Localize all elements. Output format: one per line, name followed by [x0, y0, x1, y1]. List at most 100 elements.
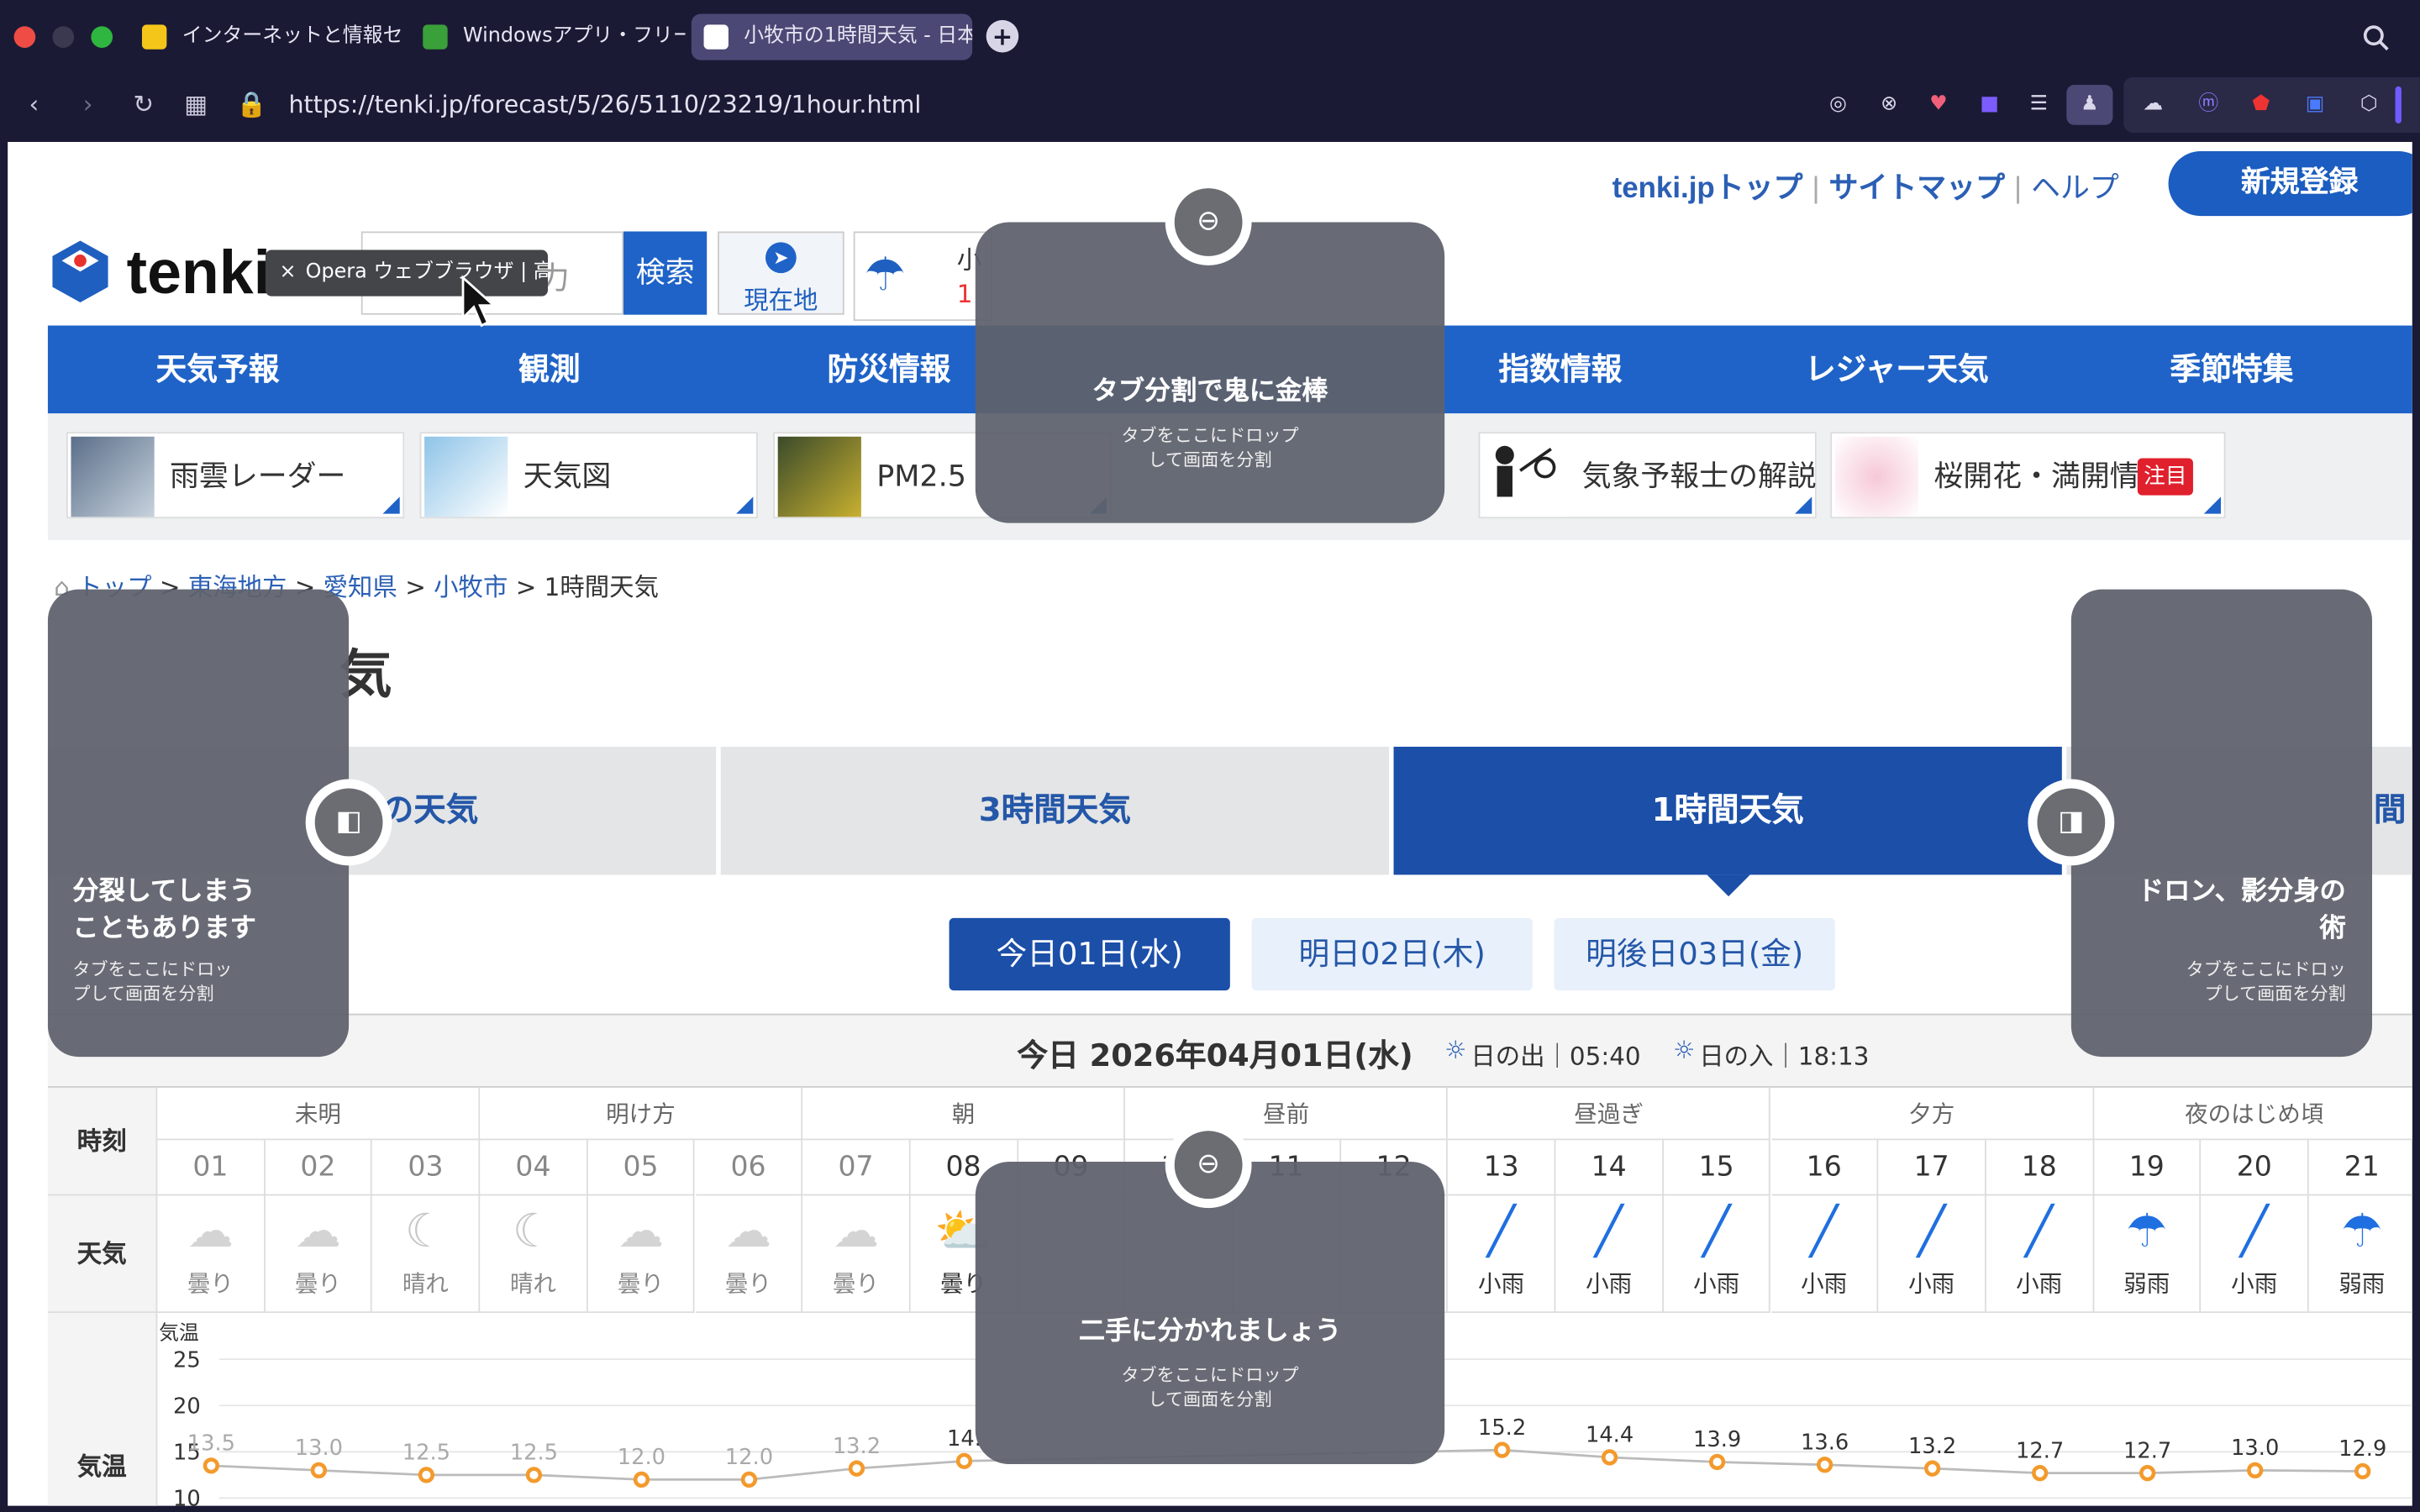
temp-value-label: 12.0: [618, 1445, 666, 1470]
drop-zone-subtitle: タブをここにドロップして画面を分割: [72, 958, 233, 1005]
temp-point: [633, 1471, 650, 1488]
nav-item-forecast[interactable]: 天気予報: [79, 326, 357, 414]
ublock-icon[interactable]: ⬟: [2245, 90, 2276, 121]
tab-3hour[interactable]: 3時間天気: [720, 746, 1390, 875]
nav-item-index[interactable]: 指数情報: [1422, 326, 1700, 414]
subnav-label: 桜開花・満開情報: [1933, 459, 2169, 494]
tooltip-close-icon[interactable]: ×: [279, 250, 296, 297]
reload-icon[interactable]: ↻: [128, 90, 159, 121]
lock-icon: 🔒: [236, 89, 267, 119]
register-button[interactable]: 新規登録: [2168, 150, 2412, 217]
period-header: 未明: [157, 1087, 481, 1141]
bookmark-icon[interactable]: ▣: [2300, 90, 2331, 121]
pm25-thumbnail: [777, 436, 861, 517]
nav-item-season[interactable]: 季節特集: [2093, 326, 2371, 414]
forward-icon[interactable]: ›: [72, 90, 103, 121]
split-drop-zone-right[interactable]: ドロン、影分身の術 タブをここにドロップして画面を分割: [2070, 589, 2373, 1058]
tab-bar: インターネットと情報セキュ Windowsアプリ・フリーソ 小牧市の1時間天気 …: [0, 0, 2420, 75]
heart-icon[interactable]: ♥: [1923, 90, 1954, 121]
drop-zone-title: 二手に分かれましょう: [1078, 1315, 1342, 1347]
sunrise-icon: ☼: [1444, 1035, 1467, 1065]
row-label-temp: 気温: [47, 1313, 158, 1506]
moon-icon: ☾: [512, 1205, 555, 1259]
temp-value-label: 12.5: [402, 1441, 450, 1466]
subnav-weather-map[interactable]: 天気図: [419, 432, 758, 519]
weather-cell: ☁ 曇り: [802, 1195, 911, 1314]
current-location-button[interactable]: ➤ 現在地: [718, 231, 844, 315]
top-link[interactable]: tenki.jpトップ: [1612, 173, 1803, 206]
url-field[interactable]: https://tenki.jp/forecast/5/26/5110/2321…: [288, 90, 921, 121]
weather-label: 曇り: [724, 1269, 772, 1298]
tab-windows-apps[interactable]: Windowsアプリ・フリーソ: [411, 14, 685, 60]
speed-dial-icon[interactable]: ▦: [181, 90, 212, 121]
settings-sliders-icon[interactable]: ☰: [2023, 90, 2054, 121]
hour-cell: 15: [1663, 1140, 1771, 1196]
hour-cell: 04: [480, 1140, 588, 1196]
search-button[interactable]: 検索: [623, 231, 708, 315]
split-drop-zone-top[interactable]: タブ分割で鬼に金棒 タブをここにドロップして画面を分割: [975, 222, 1445, 523]
open-umbrella-icon: ☂: [2341, 1205, 2383, 1259]
new-tab-button[interactable]: +: [986, 19, 1019, 53]
hour-cell: 21: [2308, 1140, 2412, 1196]
sakura-thumbnail: [1834, 436, 1919, 517]
hour-cell: 02: [265, 1140, 373, 1196]
hour-cell: 07: [802, 1140, 911, 1196]
weather-cell: ╱ 小雨: [1555, 1195, 1664, 1314]
temp-point: [2354, 1462, 2371, 1480]
weather-widget[interactable]: ☂ 小 1: [853, 231, 992, 322]
tab-infosec[interactable]: インターネットと情報セキュ: [129, 14, 404, 60]
hour-cell: 20: [2201, 1140, 2309, 1196]
weather-label: 曇り: [832, 1269, 880, 1298]
sidebar-handle[interactable]: [2395, 86, 2402, 123]
mouse-cursor-icon: [460, 275, 497, 336]
package-icon[interactable]: ⬡: [2354, 90, 2385, 121]
closed-umbrella-icon: ╱: [1810, 1205, 1839, 1259]
closed-umbrella-icon: ╱: [1702, 1205, 1731, 1259]
cloud-icon: ☁: [724, 1205, 772, 1259]
cloud-icon[interactable]: ☁: [2138, 90, 2169, 121]
top-link[interactable]: サイトマップ: [1829, 173, 2005, 206]
day-button-tomorrow[interactable]: 明日02日(木): [1251, 917, 1533, 991]
hour-cell: 06: [695, 1140, 803, 1196]
nav-item-observation[interactable]: 観測: [411, 326, 689, 414]
close-window-button[interactable]: [13, 26, 36, 48]
tab-1hour-active[interactable]: 1時間天気: [1393, 746, 2062, 875]
subnav-forecaster[interactable]: 気象予報士の解説: [1478, 432, 1817, 519]
day-button-today[interactable]: 今日01日(水): [949, 917, 1230, 991]
weather-label: 弱雨: [2338, 1269, 2386, 1298]
subnav-radar[interactable]: 雨雲レーダー: [66, 432, 405, 519]
zoom-window-button[interactable]: [91, 26, 113, 48]
video-icon[interactable]: ■: [1974, 90, 2005, 121]
breadcrumb-link[interactable]: 小牧市: [434, 572, 508, 601]
search-tabs-icon[interactable]: [2363, 24, 2391, 52]
weather-label: 小雨: [1586, 1269, 1633, 1298]
period-header: 昼過ぎ: [1448, 1087, 1771, 1141]
cloud-icon: ☁: [617, 1205, 665, 1259]
day-button-day-after[interactable]: 明後日03日(金): [1554, 917, 1835, 991]
temp-point: [203, 1457, 219, 1474]
weather-map-thumbnail: [424, 436, 508, 517]
nav-item-leisure[interactable]: レジャー天気: [1758, 326, 2036, 414]
sunset-time: 日の入｜18:13: [1699, 1041, 1870, 1071]
tab-favicon-icon: [141, 24, 167, 50]
tab-tenki-active[interactable]: 小牧市の1時間天気 - 日本気: [691, 13, 973, 60]
adblock-icon[interactable]: ⊗: [1874, 90, 1905, 121]
temp-value-label: 15.2: [1478, 1415, 1526, 1441]
split-drop-zone-left[interactable]: 分裂してしまうこともあります タブをここにドロップして画面を分割: [47, 589, 350, 1058]
widget-line2: 1: [956, 279, 973, 309]
temp-point: [955, 1452, 973, 1469]
temp-value-label: 13.0: [2231, 1436, 2279, 1461]
weather-label: 弱雨: [2123, 1269, 2170, 1298]
camera-icon[interactable]: ◎: [1823, 90, 1854, 121]
top-link[interactable]: ヘルプ: [2031, 173, 2119, 206]
row-label-weather: 天気: [47, 1195, 158, 1314]
back-icon[interactable]: ‹: [18, 90, 50, 121]
mastodon-icon[interactable]: ⓜ: [2193, 90, 2224, 121]
temp-point: [1493, 1441, 1511, 1458]
tab-favicon-icon: [423, 24, 448, 50]
weather-cell: ╱ 小雨: [1663, 1195, 1771, 1314]
tab-title: インターネットと情報セキュ: [182, 24, 404, 48]
minimize-window-button[interactable]: [52, 26, 75, 48]
subnav-sakura[interactable]: 桜開花・満開情報 注目: [1830, 432, 2226, 519]
sunrise-time: 日の出｜05:40: [1470, 1041, 1641, 1071]
